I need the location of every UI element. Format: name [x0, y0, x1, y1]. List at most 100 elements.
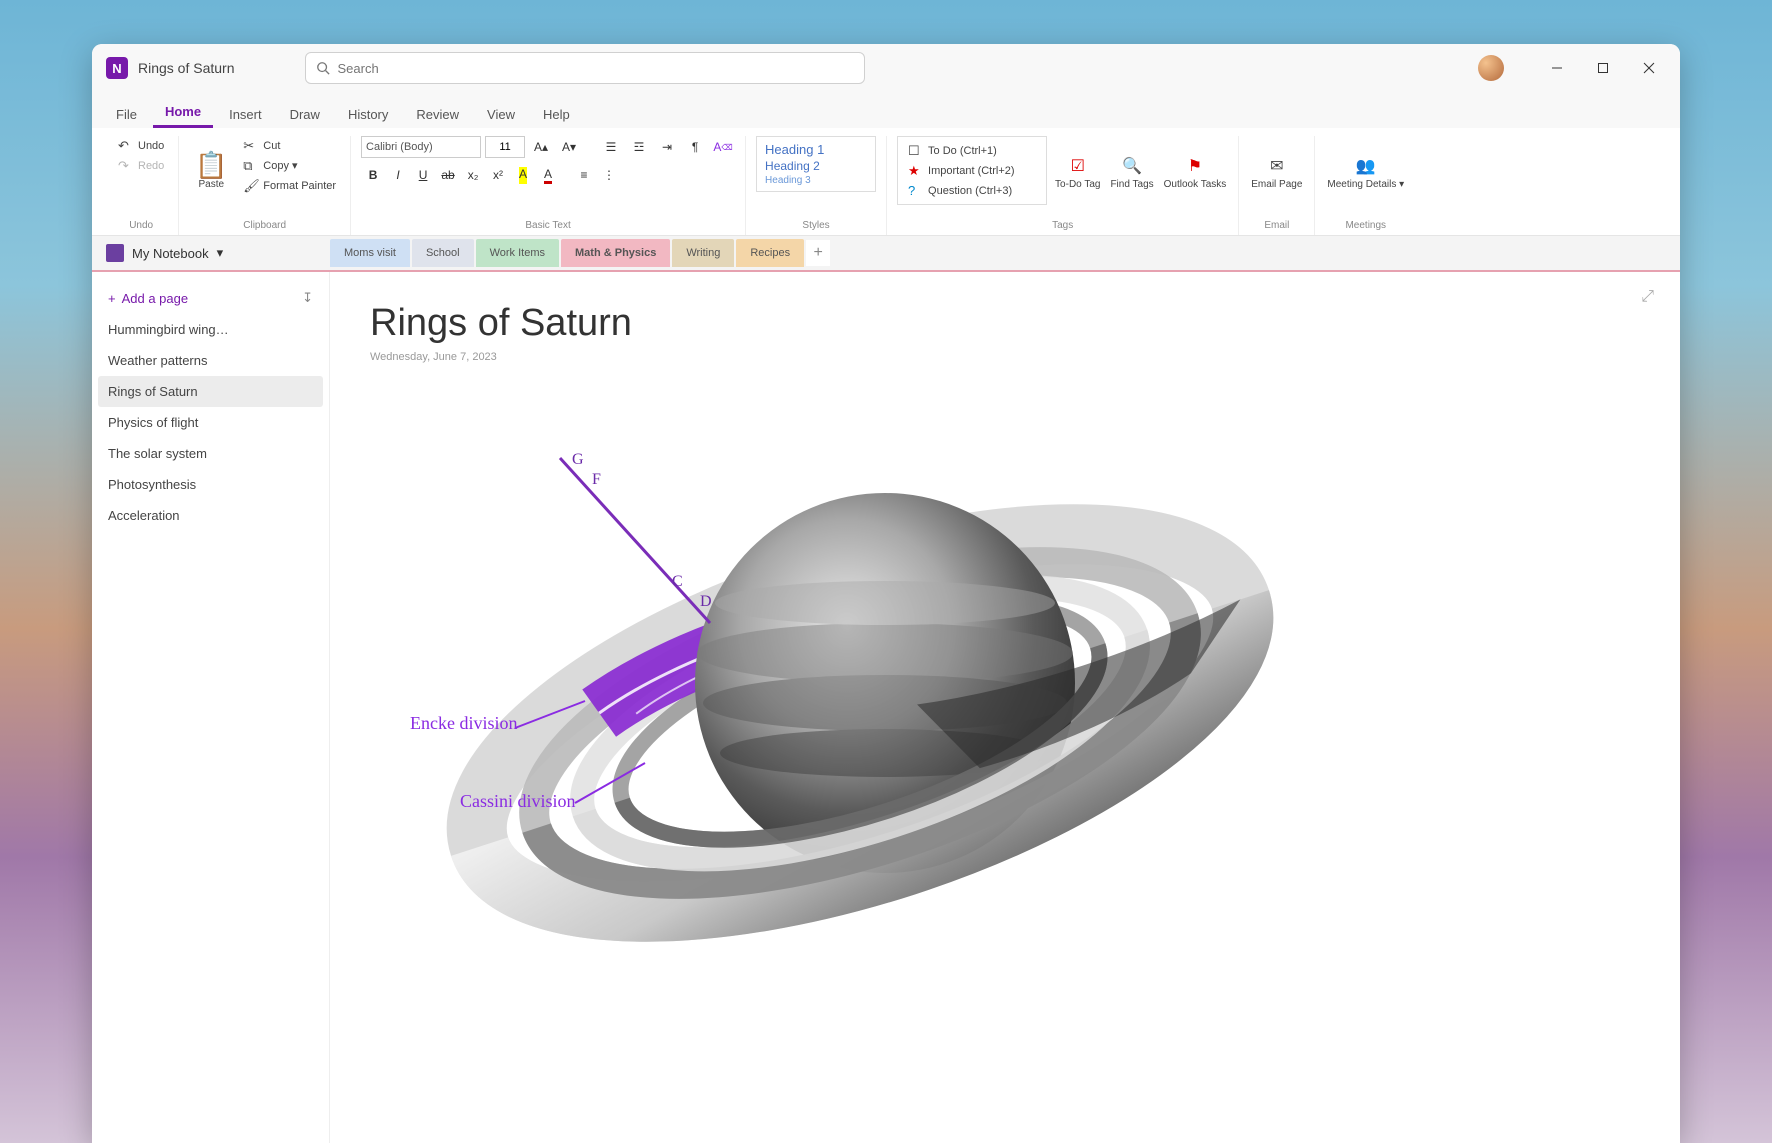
saturn-svg — [410, 403, 1310, 1003]
section-tab[interactable]: Recipes — [736, 239, 804, 267]
group-label-tags: Tags — [897, 220, 1228, 235]
style-heading1[interactable]: Heading 1 — [765, 141, 867, 158]
ring-label-b: B — [642, 531, 653, 549]
paragraph-button[interactable]: ¶ — [683, 136, 707, 158]
ribbon-tab-help[interactable]: Help — [531, 101, 582, 128]
page-item[interactable]: The solar system — [98, 438, 323, 469]
notebook-name: My Notebook — [132, 246, 209, 261]
page-item[interactable]: Photosynthesis — [98, 469, 323, 500]
tag-todo[interactable]: ☐To Do (Ctrl+1) — [904, 141, 1040, 160]
ribbon-tab-draw[interactable]: Draw — [278, 101, 332, 128]
page-canvas[interactable]: ⤢ Rings of Saturn Wednesday, June 7, 202… — [330, 272, 1680, 1143]
ribbon-tab-file[interactable]: File — [104, 101, 149, 128]
annotation-cassini: Cassini division — [460, 791, 576, 812]
ribbon-group-basictext: A▴ A▾ ☰ ☲ ⇥ ¶ A⌫ B I U ab x₂ x² A — [351, 136, 746, 235]
redo-button[interactable]: ↷Redo — [114, 156, 168, 175]
ribbon: ↶Undo ↷Redo Undo 📋 Paste ✂Cut ⧉Copy ▾ 🖌F… — [92, 128, 1680, 236]
email-page-button[interactable]: ✉Email Page — [1249, 136, 1304, 208]
ribbon-group-clipboard: 📋 Paste ✂Cut ⧉Copy ▾ 🖌Format Painter Cli… — [179, 136, 351, 235]
close-button[interactable] — [1626, 50, 1672, 86]
annotation-encke: Encke division — [410, 713, 517, 734]
underline-button[interactable]: U — [411, 164, 435, 186]
styles-gallery[interactable]: Heading 1 Heading 2 Heading 3 — [756, 136, 876, 192]
section-tab[interactable]: School — [412, 239, 474, 267]
saturn-illustration: G F A B C D Encke division Cassini divis… — [410, 403, 1310, 1003]
ring-label-a: A — [618, 499, 630, 517]
group-label-basictext: Basic Text — [361, 220, 735, 235]
ribbon-tabs: FileHomeInsertDrawHistoryReviewViewHelp — [92, 92, 1680, 128]
tag-button[interactable]: ⋮ — [597, 164, 621, 186]
search-input[interactable] — [338, 61, 854, 76]
paste-button[interactable]: 📋 Paste — [189, 136, 233, 208]
numbering-button[interactable]: ☲ — [627, 136, 651, 158]
align-left-button[interactable]: ≡ — [572, 164, 596, 186]
find-tags-icon: 🔍 — [1121, 155, 1143, 177]
ribbon-tab-insert[interactable]: Insert — [217, 101, 274, 128]
todo-tag-icon: ☑ — [1067, 155, 1089, 177]
format-painter-button[interactable]: 🖌Format Painter — [239, 176, 340, 195]
expand-icon[interactable]: ⤢ — [1641, 288, 1654, 306]
section-tab[interactable]: Moms visit — [330, 239, 410, 267]
maximize-button[interactable] — [1580, 50, 1626, 86]
add-page-button[interactable]: +Add a page ↧ — [98, 282, 323, 314]
strikethrough-button[interactable]: ab — [436, 164, 460, 186]
section-tab[interactable]: Work Items — [476, 239, 559, 267]
clear-formatting-button[interactable]: A⌫ — [711, 136, 735, 158]
italic-button[interactable]: I — [386, 164, 410, 186]
page-item[interactable]: Physics of flight — [98, 407, 323, 438]
page-sort-icon[interactable]: ↧ — [302, 290, 313, 306]
font-size-input[interactable] — [485, 136, 525, 158]
group-label-styles: Styles — [756, 220, 876, 235]
shrink-font-button[interactable]: A▾ — [557, 136, 581, 158]
page-item[interactable]: Hummingbird wing… — [98, 314, 323, 345]
superscript-button[interactable]: x² — [486, 164, 510, 186]
bold-button[interactable]: B — [361, 164, 385, 186]
ribbon-tab-view[interactable]: View — [475, 101, 527, 128]
chevron-down-icon: ▾ — [217, 245, 224, 261]
cut-button[interactable]: ✂Cut — [239, 136, 340, 155]
email-icon: ✉ — [1266, 155, 1288, 177]
window-controls — [1534, 50, 1672, 86]
search-icon — [316, 61, 330, 75]
grow-font-button[interactable]: A▴ — [529, 136, 553, 158]
highlight-button[interactable]: A — [511, 164, 535, 186]
ring-label-f: F — [592, 471, 601, 489]
ribbon-group-styles: Heading 1 Heading 2 Heading 3 Styles — [746, 136, 887, 235]
page-list: +Add a page ↧ Hummingbird wing…Weather p… — [92, 272, 330, 1143]
subscript-button[interactable]: x₂ — [461, 164, 485, 186]
ribbon-group-undo: ↶Undo ↷Redo Undo — [104, 136, 179, 235]
page-title[interactable]: Rings of Saturn — [370, 302, 1640, 345]
ribbon-tab-history[interactable]: History — [336, 101, 400, 128]
search-box[interactable] — [305, 52, 865, 84]
outlook-tasks-button[interactable]: ⚑Outlook Tasks — [1162, 136, 1229, 208]
minimize-button[interactable] — [1534, 50, 1580, 86]
tag-question[interactable]: ?Question (Ctrl+3) — [904, 181, 1040, 200]
group-label-undo: Undo — [114, 220, 168, 235]
meeting-details-button[interactable]: 👥Meeting Details ▾ — [1325, 136, 1406, 208]
find-tags-button[interactable]: 🔍Find Tags — [1108, 136, 1155, 208]
ribbon-tab-home[interactable]: Home — [153, 98, 213, 128]
bullets-button[interactable]: ☰ — [599, 136, 623, 158]
undo-button[interactable]: ↶Undo — [114, 136, 168, 155]
section-tab[interactable]: Math & Physics — [561, 239, 670, 267]
ribbon-tab-review[interactable]: Review — [404, 101, 471, 128]
page-item[interactable]: Rings of Saturn — [98, 376, 323, 407]
notebook-icon — [106, 244, 124, 262]
indent-button[interactable]: ⇥ — [655, 136, 679, 158]
style-heading3[interactable]: Heading 3 — [765, 174, 867, 187]
style-heading2[interactable]: Heading 2 — [765, 158, 867, 174]
add-section-button[interactable]: + — [806, 240, 830, 266]
font-name-input[interactable] — [361, 136, 481, 158]
todo-tag-button[interactable]: ☑To-Do Tag — [1053, 136, 1102, 208]
ribbon-group-tags: ☐To Do (Ctrl+1) ★Important (Ctrl+2) ?Que… — [887, 136, 1239, 235]
avatar[interactable] — [1478, 55, 1504, 81]
tag-important[interactable]: ★Important (Ctrl+2) — [904, 161, 1040, 180]
page-item[interactable]: Weather patterns — [98, 345, 323, 376]
notebook-selector[interactable]: My Notebook ▾ — [92, 244, 330, 262]
font-color-button[interactable]: A — [536, 164, 560, 186]
section-tab[interactable]: Writing — [672, 239, 734, 267]
page-date: Wednesday, June 7, 2023 — [370, 351, 1640, 363]
copy-button[interactable]: ⧉Copy ▾ — [239, 156, 340, 175]
page-item[interactable]: Acceleration — [98, 500, 323, 531]
ribbon-group-email: ✉Email Page Email — [1239, 136, 1315, 235]
